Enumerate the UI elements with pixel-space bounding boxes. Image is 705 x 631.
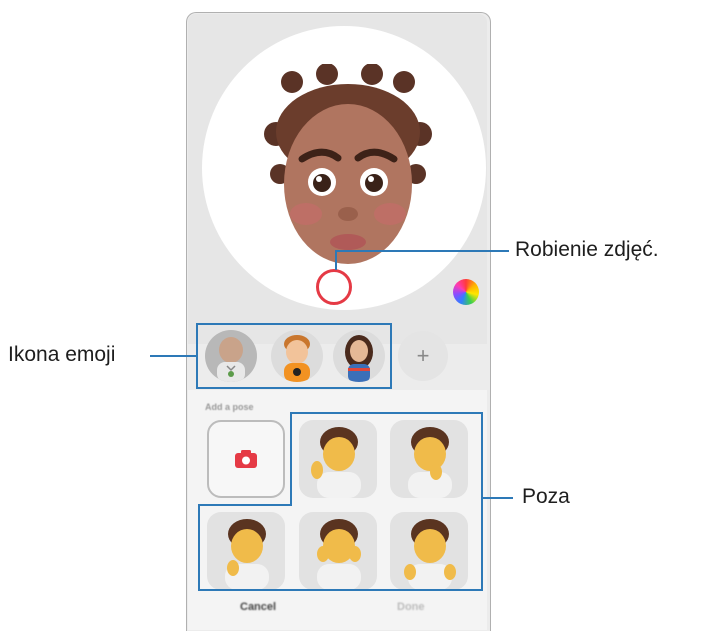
- avatar-icon: [217, 337, 245, 382]
- emoji-callout-line: [150, 355, 196, 357]
- capture-callout-line: [335, 250, 509, 252]
- avatar-face-image: [264, 64, 432, 264]
- pose-tile[interactable]: [299, 420, 377, 498]
- emoji-callout-label: Ikona emoji: [8, 343, 116, 366]
- pose-tile[interactable]: [390, 512, 468, 590]
- pose-avatar-image: [404, 519, 456, 590]
- avatar-icon: [345, 335, 373, 382]
- pose-tile[interactable]: [390, 420, 468, 498]
- capture-button[interactable]: [316, 269, 352, 305]
- emoji-avatar-1[interactable]: [205, 330, 257, 382]
- add-emoji-button[interactable]: +: [398, 331, 448, 381]
- capture-callout-line: [335, 250, 337, 270]
- camera-pose-button[interactable]: [207, 420, 285, 498]
- pose-avatar-image: [317, 519, 361, 590]
- cancel-button[interactable]: Cancel: [240, 601, 276, 613]
- color-wheel-icon[interactable]: [453, 279, 479, 305]
- bottom-bar: [188, 595, 487, 630]
- pose-callout-label: Poza: [522, 485, 570, 508]
- pose-tile[interactable]: [299, 512, 377, 590]
- pose-tile[interactable]: [207, 512, 285, 590]
- pose-callout-line: [483, 497, 513, 499]
- camera-icon: [235, 450, 257, 468]
- capture-callout-label: Robienie zdjęć.: [515, 238, 659, 261]
- sheet-title: Add a pose: [205, 402, 254, 412]
- emoji-avatar-3[interactable]: [333, 330, 385, 382]
- pose-avatar-image: [408, 427, 452, 498]
- preview-circle: [202, 26, 486, 310]
- pose-avatar-image: [311, 427, 361, 498]
- emoji-avatar-2[interactable]: [271, 330, 323, 382]
- done-button[interactable]: Done: [397, 601, 425, 613]
- avatar-icon: [284, 335, 310, 382]
- emoji-list: +: [188, 325, 487, 395]
- pose-avatar-image: [225, 519, 269, 590]
